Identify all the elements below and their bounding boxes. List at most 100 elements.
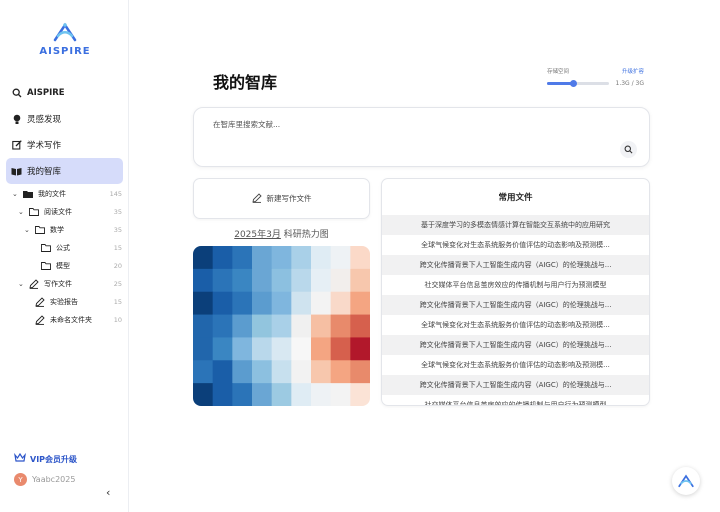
tree-item-reading[interactable]: ⌄ 阅读文件 35 [10,203,122,221]
heatmap-cell [350,314,370,338]
nav-item-my-library[interactable]: 我的智库 [6,158,123,184]
heatmap-cell [291,337,312,361]
tree-item-count: 10 [113,316,122,324]
sidebar: AISPIRE AISPIRE 灵感发现 学术写作 我的智库 ⌄ 我的文件 14… [0,0,129,512]
tree-item-label: 阅读文件 [44,208,72,216]
heatmap-cell [311,291,332,316]
heatmap-grid [193,246,370,406]
nav-item-label: 我的智库 [27,167,62,177]
tree-item-count: 35 [113,226,122,234]
heatmap-cell [252,360,273,384]
nav-item-aispire[interactable]: AISPIRE [6,80,123,106]
tree-item-math[interactable]: ⌄ 数学 35 [10,221,122,239]
tree-item-label: 未命名文件夹 [50,316,92,324]
heatmap-cell [252,246,273,270]
heatmap-cell [212,268,233,293]
edit-icon [35,297,45,307]
heatmap-cell [193,268,214,293]
tree-item-experiment-report[interactable]: 实验报告 15 [10,293,122,311]
list-item[interactable]: 跨文化传播背景下人工智能生成内容（AIGC）的伦理挑战与... [382,335,649,355]
nav-item-label: AISPIRE [27,88,65,98]
chevron-down-icon: ⌄ [18,208,24,216]
list-item[interactable]: 社交媒体平台信息茧房效应的传播机制与用户行为预测模型 [382,275,649,295]
search-button[interactable] [620,141,637,158]
logo[interactable]: AISPIRE [34,22,96,62]
heatmap-cell [232,314,253,338]
heatmap-cell [291,268,312,293]
heatmap-cell [311,337,332,361]
tree-item-label: 实验报告 [50,298,78,306]
chevron-down-icon: ⌄ [12,190,18,198]
heatmap-cell [232,337,253,361]
new-writing-file-button[interactable]: 新建写作文件 [193,178,370,219]
storage-bar [547,80,609,87]
heatmap-month-selector[interactable]: 2025年3月 [234,230,281,240]
list-item[interactable]: 全球气候变化对生态系统服务价值评估的动态影响及预测模... [382,235,649,255]
username: Yaabc2025 [32,475,76,484]
avatar: Y [14,473,27,486]
nav-item-inspiration[interactable]: 灵感发现 [6,106,123,132]
heatmap-cell [271,291,292,316]
vip-label: VIP会员升级 [30,454,78,464]
heatmap-cell [212,291,233,316]
heatmap-cell [311,360,332,384]
heatmap-cell [271,383,292,406]
tree-item-my-files[interactable]: ⌄ 我的文件 145 [10,185,122,203]
main-nav: AISPIRE 灵感发现 学术写作 我的智库 [6,80,123,184]
heatmap-cell [350,360,370,384]
heatmap-cell [212,314,233,338]
tree-item-writing-files[interactable]: ⌄ 写作文件 25 [10,275,122,293]
heatmap-cell [311,268,332,293]
list-item[interactable]: 全球气候变化对生态系统服务价值评估的动态影响及预测模... [382,315,649,335]
vip-upgrade-link[interactable]: VIP会员升级 [14,452,78,465]
heatmap-cell [232,268,253,293]
storage-label: 存储空间 [547,69,570,75]
common-files-panel: 常用文件 基于深度学习的多模态情感计算在智能交互系统中的应用研究 全球气候变化对… [381,178,650,406]
user-profile[interactable]: Y Yaabc2025 [14,473,75,486]
nav-item-writing[interactable]: 学术写作 [6,132,123,158]
list-item[interactable]: 社交媒体平台信息茧房效应的传播机制与用户行为预测模型 [382,395,649,405]
edit-icon [11,140,22,151]
heatmap-cell [330,337,351,361]
common-files-list: 基于深度学习的多模态情感计算在智能交互系统中的应用研究 全球气候变化对生态系统服… [382,215,649,405]
heatmap-cell [271,314,292,338]
heatmap-cell [232,246,253,270]
list-item[interactable]: 跨文化传播背景下人工智能生成内容（AIGC）的伦理挑战与... [382,375,649,395]
folder-icon [41,261,51,271]
list-item[interactable]: 基于深度学习的多模态情感计算在智能交互系统中的应用研究 [382,215,649,235]
heatmap-cell [193,383,214,406]
tree-item-count: 35 [113,208,122,216]
list-item[interactable]: 全球气候变化对生态系统服务价值评估的动态影响及预测模... [382,355,649,375]
folder-icon [29,207,39,217]
heatmap-cell [232,291,253,316]
storage-usage: 1.3G / 3G [615,80,645,87]
upgrade-storage-link[interactable]: 升级扩容 [622,67,644,75]
chevron-down-icon: ⌄ [18,280,24,288]
heatmap-cell [350,246,370,270]
heatmap-title: 2025年3月 科研热力图 [193,227,370,240]
tree-item-count: 25 [113,280,122,288]
heatmap-cell [271,246,292,270]
folder-filled-icon [23,189,33,199]
heatmap-cell [330,314,351,338]
list-item[interactable]: 跨文化传播背景下人工智能生成内容（AIGC）的伦理挑战与... [382,255,649,275]
folder-icon [41,243,51,253]
assistant-fab-button[interactable] [672,467,700,495]
search-input[interactable] [213,120,593,129]
tree-item-unnamed-folder[interactable]: 未命名文件夹 10 [10,311,122,329]
heatmap-cell [291,383,312,406]
list-item[interactable]: 跨文化传播背景下人工智能生成内容（AIGC）的伦理挑战与... [382,295,649,315]
heatmap-cell [350,337,370,361]
heatmap-cell [350,268,370,293]
heatmap-cell [252,291,273,316]
heatmap-cell [350,291,370,316]
logo-text: AISPIRE [39,46,91,57]
common-files-title: 常用文件 [498,193,533,203]
tree-item-formula[interactable]: 公式 15 [10,239,122,257]
collapse-sidebar-icon[interactable]: ‹ [106,486,110,499]
heatmap-cell [271,360,292,384]
tree-item-model[interactable]: 模型 20 [10,257,122,275]
file-tree: ⌄ 我的文件 145 ⌄ 阅读文件 35 ⌄ 数学 35 公式 15 模型 20 [10,185,122,329]
heatmap-cell [311,246,332,270]
heatmap-cell [193,246,214,270]
